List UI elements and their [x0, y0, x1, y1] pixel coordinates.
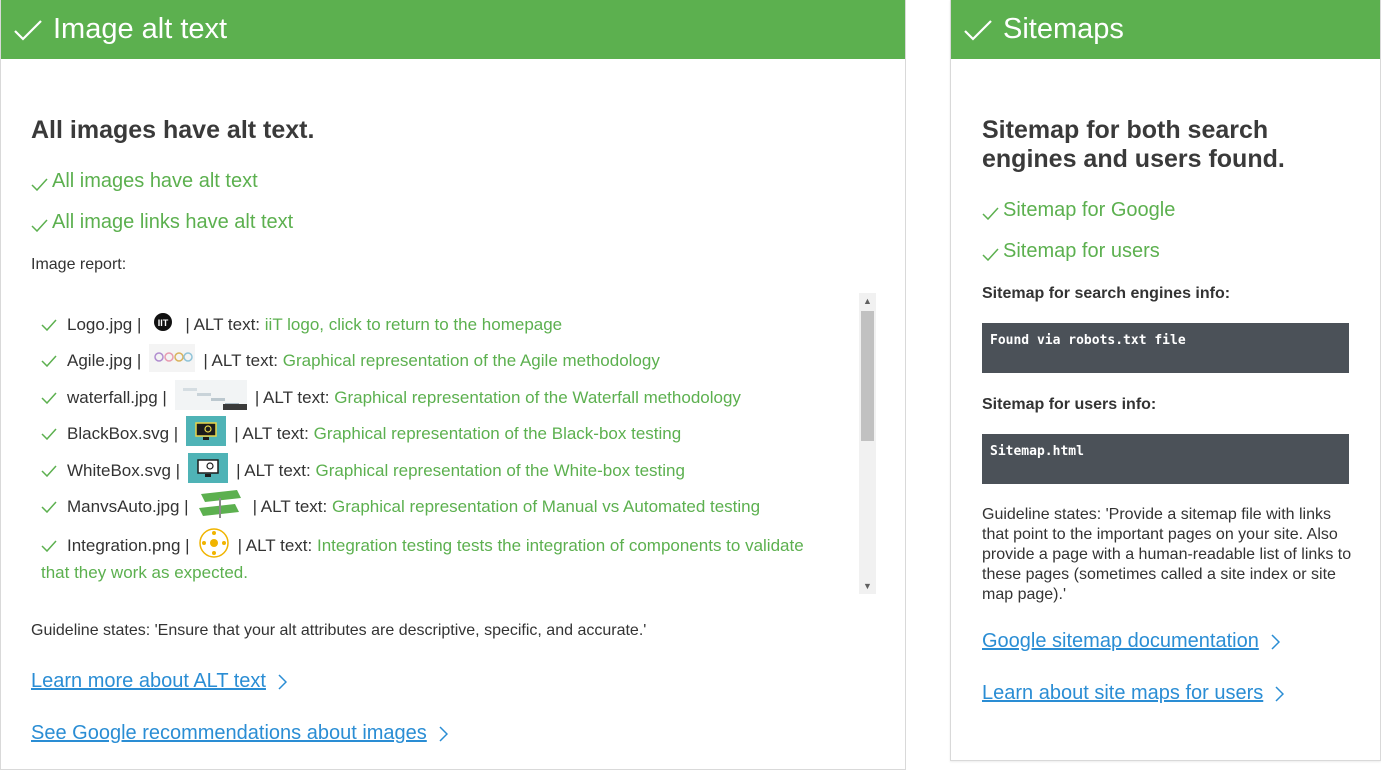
- list-item: Agile.jpg | | ALT text: Graphical repres…: [41, 344, 660, 377]
- list-item: ManvsAuto.jpg | | ALT text: Graphical re…: [41, 488, 760, 525]
- check-label: All image links have alt text: [52, 211, 294, 233]
- check-icon: [41, 392, 57, 404]
- check-sitemap-google: Sitemap for Google: [982, 199, 1175, 222]
- list-item: WhiteBox.svg | | ALT text: Graphical rep…: [41, 453, 685, 488]
- file-name: ManvsAuto.jpg |: [67, 496, 189, 516]
- alt-value: Graphical representation of the Waterfal…: [334, 387, 741, 407]
- check-icon: [41, 501, 57, 513]
- check-all-images-alt: All images have alt text: [31, 170, 258, 193]
- heading-line: engines and users found.: [982, 145, 1285, 173]
- chevron-right-icon: [1271, 633, 1280, 650]
- check-icon: [41, 428, 57, 440]
- scroll-down-arrow-icon[interactable]: ▼: [863, 581, 872, 591]
- chevron-right-icon: [439, 725, 448, 742]
- link-label: See Google recommendations about images: [31, 722, 427, 744]
- alt-value: iiT logo, click to return to the homepag…: [264, 314, 563, 334]
- file-name: BlackBox.svg |: [67, 423, 179, 443]
- waterfall-thumbnail: [174, 380, 247, 415]
- check-icon: [41, 319, 57, 331]
- chevron-right-icon: [278, 673, 287, 690]
- check-icon: [31, 177, 48, 191]
- search-engines-info-label: Sitemap for search engines info:: [982, 285, 1231, 302]
- checkmark-icon: [964, 19, 992, 41]
- alt-prefix: | ALT text:: [185, 314, 261, 334]
- check-icon: [982, 206, 999, 220]
- alt-value: Graphical representation of the Black-bo…: [313, 423, 682, 443]
- check-label: Sitemap for Google: [1003, 199, 1176, 221]
- check-icon: [982, 247, 999, 261]
- card-title: Image alt text: [53, 13, 228, 45]
- image-report-scroll-area[interactable]: Logo.jpg | IIT | ALT text: iiT logo, cli…: [31, 293, 876, 594]
- alt-value: Graphical representation of the White-bo…: [315, 460, 685, 480]
- alt-prefix: | ALT text:: [234, 423, 309, 443]
- file-name: Logo.jpg |: [67, 314, 142, 334]
- list-item: Integration.png | | ALT text: Integratio…: [41, 527, 804, 564]
- check-sitemap-users: Sitemap for users: [982, 240, 1160, 263]
- alt-value: Graphical representation of the Agile me…: [282, 350, 660, 370]
- check-icon: [41, 465, 57, 477]
- learn-more-alt-text-link[interactable]: Learn more about ALT text: [31, 670, 287, 693]
- alt-value: Integration testing tests the integratio…: [316, 535, 804, 555]
- sitemap-guideline-text: Guideline states: 'Provide a sitemap fil…: [982, 506, 1352, 603]
- users-info-label: Sitemap for users info:: [982, 396, 1157, 413]
- users-info-value: Sitemap.html: [982, 434, 1349, 484]
- google-image-recommendations-link[interactable]: See Google recommendations about images: [31, 722, 448, 745]
- chevron-right-icon: [1275, 685, 1285, 702]
- file-name: waterfall.jpg |: [67, 387, 167, 407]
- sitemaps-header: Sitemaps: [951, 0, 1380, 59]
- list-item: waterfall.jpg | | ALT text: Graphical re…: [41, 380, 741, 415]
- agile-thumbnail: [149, 344, 196, 377]
- check-all-image-links-alt: All image links have alt text: [31, 211, 293, 234]
- alt-prefix: | ALT text:: [252, 496, 328, 516]
- site-maps-for-users-link[interactable]: Learn about site maps for users: [982, 682, 1285, 705]
- google-sitemap-documentation-link[interactable]: Google sitemap documentation: [982, 630, 1280, 653]
- heading-line: Sitemap for both search: [982, 116, 1269, 144]
- alt-prefix: | ALT text:: [254, 387, 330, 407]
- alt-guideline-text: Guideline states: 'Ensure that your alt …: [31, 622, 647, 639]
- file-name: Agile.jpg |: [67, 350, 142, 370]
- image-report-label: Image report:: [31, 256, 127, 273]
- list-item: BlackBox.svg | | ALT text: Graphical rep…: [41, 416, 681, 451]
- list-item: Logo.jpg | IIT | ALT text: iiT logo, cli…: [41, 312, 562, 337]
- check-icon: [41, 540, 57, 552]
- alt-prefix: | ALT text:: [237, 535, 313, 555]
- file-name: WhiteBox.svg |: [67, 460, 181, 480]
- alt-value-continuation: that they work as expected.: [41, 563, 248, 582]
- scroll-up-arrow-icon[interactable]: ▲: [863, 296, 872, 306]
- check-label: Sitemap for users: [1003, 240, 1160, 262]
- alt-prefix: | ALT text:: [236, 460, 311, 480]
- alt-value: Graphical representation of Manual vs Au…: [332, 496, 761, 516]
- alt-prefix: | ALT text:: [203, 350, 279, 370]
- manvsauto-thumbnail: [197, 488, 245, 525]
- report-scrollbar[interactable]: ▲ ▼: [859, 293, 876, 594]
- file-name: Integration.png |: [67, 535, 190, 555]
- iit-logo-thumbnail: IIT: [153, 312, 173, 337]
- sitemaps-card: Sitemaps Sitemap for both search engines…: [950, 0, 1381, 761]
- image-alt-text-card: Image alt text All images have alt text.…: [0, 0, 906, 770]
- alt-summary-heading: All images have alt text.: [31, 116, 315, 144]
- image-alt-text-header: Image alt text: [1, 0, 905, 59]
- integration-thumbnail: [198, 527, 230, 564]
- check-label: All images have alt text: [52, 170, 258, 192]
- svg-text:IIT: IIT: [158, 318, 169, 328]
- sitemap-summary-heading: Sitemap for both search engines and user…: [982, 116, 1285, 174]
- link-label: Learn about site maps for users: [982, 682, 1264, 704]
- check-icon: [31, 218, 48, 232]
- checkmark-icon: [14, 19, 42, 41]
- blackbox-thumbnail: [186, 416, 227, 451]
- link-label: Google sitemap documentation: [982, 630, 1259, 652]
- whitebox-thumbnail: [188, 453, 229, 488]
- search-engines-info-value: Found via robots.txt file: [982, 323, 1349, 373]
- scrollbar-thumb[interactable]: [861, 311, 874, 441]
- check-icon: [41, 355, 57, 367]
- link-label: Learn more about ALT text: [31, 670, 266, 692]
- card-title: Sitemaps: [1003, 13, 1124, 45]
